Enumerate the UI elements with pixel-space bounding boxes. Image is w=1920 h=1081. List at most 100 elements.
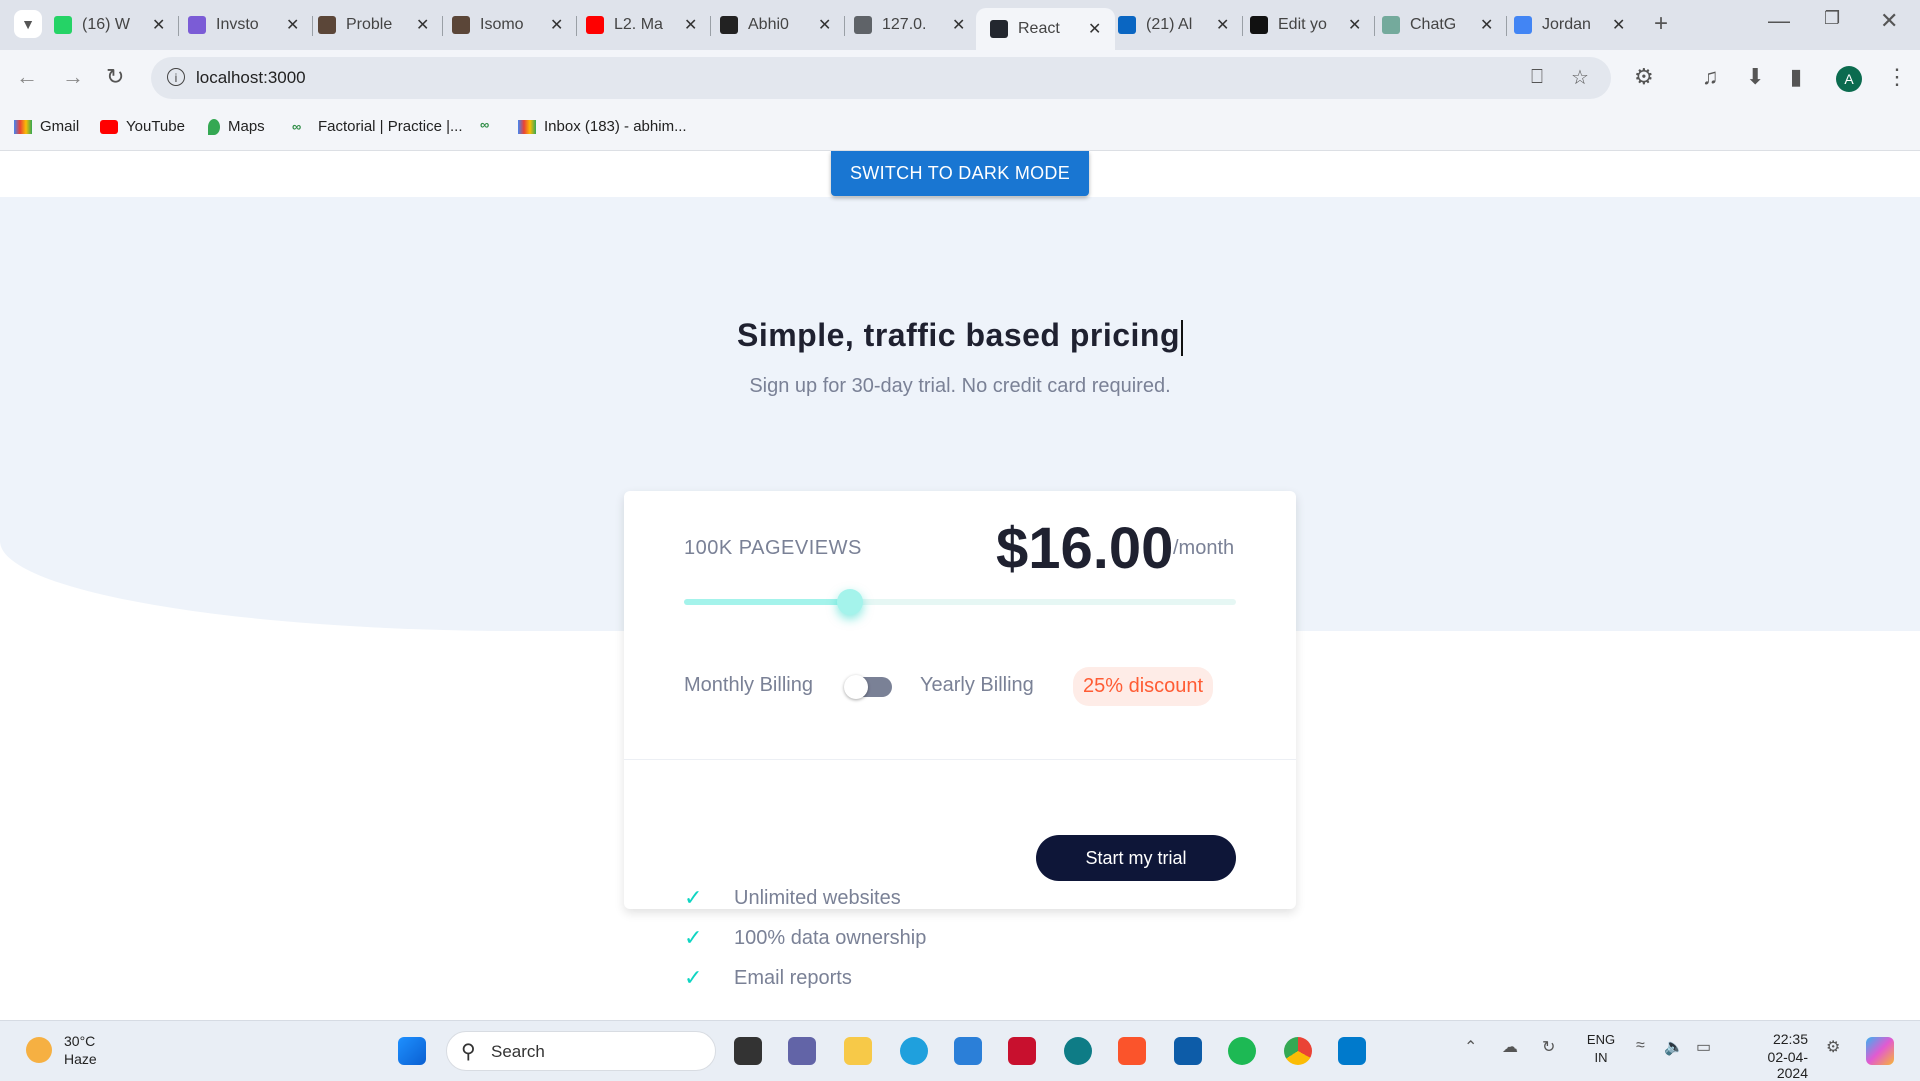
spotify-icon[interactable]: [1228, 1037, 1256, 1065]
file-explorer-icon[interactable]: [844, 1037, 872, 1065]
battery-icon[interactable]: ▭: [1696, 1037, 1711, 1057]
tab-separator: [178, 16, 179, 36]
install-app-icon[interactable]: ⎕: [1531, 66, 1543, 89]
bookmark-gmail[interactable]: Gmail: [14, 118, 79, 135]
close-tab-icon[interactable]: ✕: [684, 15, 697, 35]
globe-icon: [854, 16, 872, 34]
copilot-icon[interactable]: [1866, 1037, 1894, 1065]
close-tab-icon[interactable]: ✕: [1348, 15, 1361, 35]
page-viewport: SWITCH TO DARK MODE Simple, traffic base…: [0, 151, 1920, 1020]
billing-toggle[interactable]: [844, 675, 892, 699]
tab-title: Abhi0: [748, 16, 789, 33]
close-tab-icon[interactable]: ✕: [286, 15, 299, 35]
codechef-icon: [318, 16, 336, 34]
bookmark-maps[interactable]: Maps: [208, 118, 265, 135]
browser-tab[interactable]: Jordan ✕: [1514, 8, 1625, 42]
reload-icon[interactable]: ↻: [106, 64, 124, 90]
tray-chevron-icon[interactable]: ⌃: [1464, 1037, 1477, 1057]
tab-separator: [1374, 16, 1375, 36]
close-window-icon[interactable]: ✕: [1880, 8, 1898, 34]
bookmarks-bar: Gmail YouTube Maps ∞ Factorial | Practice…: [0, 108, 1920, 151]
browser-tab[interactable]: (16) W ✕: [54, 8, 165, 42]
close-tab-icon[interactable]: ✕: [1216, 15, 1229, 35]
close-tab-icon[interactable]: ✕: [550, 15, 563, 35]
vscode-icon[interactable]: [1338, 1037, 1366, 1065]
maps-icon: [208, 118, 220, 135]
close-tab-icon[interactable]: ✕: [1612, 15, 1625, 35]
task-view-icon[interactable]: [734, 1037, 762, 1065]
restore-icon[interactable]: ❐: [1824, 8, 1840, 29]
extensions-icon[interactable]: ⚙: [1634, 64, 1654, 90]
browser-tab[interactable]: ChatG ✕: [1382, 8, 1493, 42]
omnibox[interactable]: i localhost:3000 ⎕ ☆: [151, 57, 1611, 99]
tab-title: L2. Ma: [614, 16, 663, 33]
browser-tab[interactable]: (21) Al ✕: [1118, 8, 1229, 42]
check-icon: ✓: [684, 965, 703, 990]
downloads-icon[interactable]: ⬇: [1746, 64, 1764, 90]
forward-icon[interactable]: →: [62, 64, 84, 90]
media-control-icon[interactable]: ♫: [1702, 64, 1719, 90]
tab-title: Isomo: [480, 16, 524, 33]
url-text[interactable]: localhost:3000: [196, 68, 306, 88]
bookmark-gfg[interactable]: ∞: [480, 118, 506, 132]
browser-tab[interactable]: Edit yo ✕: [1250, 8, 1361, 42]
start-trial-button[interactable]: Start my trial: [1036, 835, 1236, 881]
onedrive-icon[interactable]: ☁: [1502, 1037, 1518, 1057]
close-tab-icon[interactable]: ✕: [416, 15, 429, 35]
toggle-knob[interactable]: [844, 675, 868, 699]
windows-start-icon[interactable]: [398, 1037, 426, 1065]
taskbar-search[interactable]: ⚲ Search: [446, 1031, 716, 1071]
volume-icon[interactable]: 🔈: [1664, 1037, 1684, 1057]
teams-icon[interactable]: [788, 1037, 816, 1065]
profile-avatar[interactable]: A: [1836, 66, 1862, 92]
menu-kebab-icon[interactable]: ⋮: [1886, 64, 1908, 90]
browser-tab[interactable]: L2. Ma ✕: [586, 8, 697, 42]
lenovo-icon[interactable]: [1174, 1037, 1202, 1065]
chrome-icon[interactable]: [1284, 1037, 1312, 1065]
side-panel-icon[interactable]: ▮: [1790, 64, 1802, 90]
bookmark-inbox[interactable]: Inbox (183) - abhim...: [518, 118, 687, 135]
temperature: 30°C: [64, 1033, 96, 1049]
dark-mode-button[interactable]: SWITCH TO DARK MODE: [831, 151, 1089, 196]
bookmark-star-icon[interactable]: ☆: [1571, 65, 1589, 90]
youtube-icon: [586, 16, 604, 34]
codechef-icon: [452, 16, 470, 34]
tab-search-chevron-icon[interactable]: ▼: [14, 10, 42, 38]
monthly-billing-label: Monthly Billing: [684, 674, 813, 696]
store-icon[interactable]: [954, 1037, 982, 1065]
new-tab-icon[interactable]: +: [1654, 10, 1668, 38]
clock[interactable]: 22:35 02-04-2024: [1738, 1031, 1808, 1081]
language-indicator[interactable]: ENG IN: [1586, 1031, 1616, 1067]
react-icon: [990, 20, 1008, 38]
site-info-icon[interactable]: i: [167, 68, 185, 86]
settings-gear-icon[interactable]: ⚙: [1826, 1037, 1840, 1057]
close-tab-icon[interactable]: ✕: [818, 15, 831, 35]
edge-icon[interactable]: [900, 1037, 928, 1065]
close-tab-icon[interactable]: ✕: [952, 15, 965, 35]
browser-tab[interactable]: React ✕: [976, 8, 1116, 50]
document-icon: [188, 16, 206, 34]
brave-icon[interactable]: [1118, 1037, 1146, 1065]
linkedin-icon: [1118, 16, 1136, 34]
browser-tab[interactable]: Abhi0 ✕: [720, 8, 831, 42]
close-tab-icon[interactable]: ✕: [152, 15, 165, 35]
close-tab-icon[interactable]: ✕: [1480, 15, 1493, 35]
back-icon[interactable]: ←: [16, 64, 38, 90]
bookmark-youtube[interactable]: YouTube: [100, 118, 185, 135]
browser-tab[interactable]: Invsto ✕: [188, 8, 299, 42]
pageviews-slider[interactable]: [684, 589, 1236, 615]
bookmark-factorial[interactable]: ∞ Factorial | Practice |...: [292, 118, 463, 135]
sync-icon[interactable]: ↻: [1542, 1037, 1555, 1057]
wifi-icon[interactable]: ≈: [1636, 1037, 1645, 1055]
mcafee-icon[interactable]: [1008, 1037, 1036, 1065]
minimize-icon[interactable]: —: [1768, 8, 1790, 34]
cortana-icon[interactable]: [1064, 1037, 1092, 1065]
browser-tab[interactable]: Proble ✕: [318, 8, 429, 42]
slider-thumb[interactable]: [836, 589, 863, 615]
tab-separator: [1506, 16, 1507, 36]
check-icon: ✓: [684, 925, 703, 950]
close-tab-icon[interactable]: ✕: [1088, 19, 1101, 39]
browser-tab[interactable]: 127.0. ✕: [854, 8, 965, 42]
tab-title: ChatG: [1410, 16, 1457, 33]
browser-tab[interactable]: Isomo ✕: [452, 8, 563, 42]
